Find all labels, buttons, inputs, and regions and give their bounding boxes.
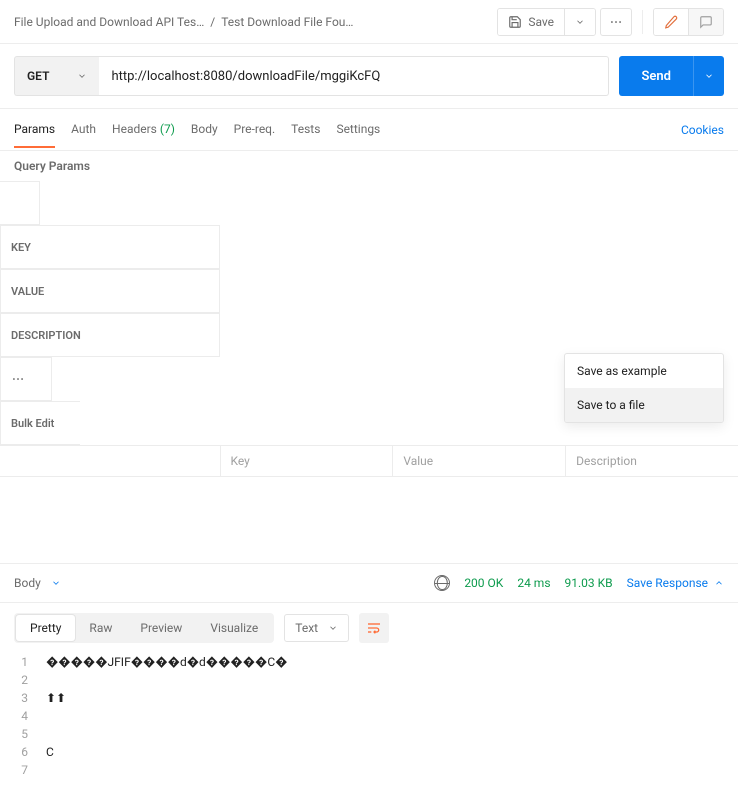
tab-prereq[interactable]: Pre-req. (234, 111, 276, 148)
status-text: OK (488, 576, 504, 590)
line-text: ⬆⬆ (46, 691, 66, 705)
pencil-icon (664, 15, 678, 29)
qp-row-handle[interactable] (0, 446, 220, 477)
save-caret[interactable] (564, 9, 595, 35)
response-body-toggle[interactable]: Body (14, 576, 61, 590)
table-row (0, 446, 738, 477)
menu-save-example[interactable]: Save as example (565, 354, 723, 388)
wrap-lines-button[interactable] (359, 613, 389, 643)
menu-save-file[interactable]: Save to a file (565, 388, 723, 422)
qp-col-desc: DESCRIPTION (0, 313, 220, 357)
tab-tests[interactable]: Tests (291, 111, 320, 148)
response-body[interactable]: 1 �����JFIF����d�d�����C�… (0, 653, 738, 791)
qp-desc-input[interactable] (576, 454, 728, 468)
send-button[interactable]: Send (619, 56, 693, 96)
tab-headers[interactable]: Headers (7) (112, 111, 175, 148)
line-number: 3 (14, 691, 28, 705)
wrap-icon (366, 620, 382, 636)
qp-col-key: KEY (0, 225, 220, 269)
header-divider (642, 10, 643, 34)
save-button[interactable]: Save (498, 9, 564, 35)
send-caret[interactable] (693, 56, 724, 96)
save-label: Save (528, 15, 554, 29)
qp-col-value: VALUE (0, 269, 220, 313)
bulk-edit-button[interactable]: Bulk Edit (0, 401, 80, 445)
view-preview[interactable]: Preview (126, 615, 196, 641)
edit-button[interactable] (654, 9, 688, 35)
line-number: 4 (14, 709, 28, 723)
qp-value-input[interactable] (403, 454, 555, 468)
body-format-label: Text (295, 621, 318, 635)
breadcrumb-collection[interactable]: File Upload and Download API Tes… (14, 15, 204, 29)
line-text: �����JFIF����d�d�����C�… (46, 655, 287, 669)
chevron-down-icon (575, 17, 585, 27)
tab-params[interactable]: Params (14, 111, 55, 148)
response-body-label: Body (14, 576, 41, 590)
comment-icon (699, 15, 713, 29)
tab-headers-count: (7) (160, 122, 175, 136)
response-time: 24 ms (517, 576, 550, 590)
tab-headers-label: Headers (112, 122, 157, 136)
code-line: 4 (14, 707, 724, 725)
cookies-link[interactable]: Cookies (681, 123, 724, 137)
body-format-select[interactable]: Text (284, 614, 349, 642)
body-view-mode: Pretty Raw Preview Visualize (14, 613, 274, 643)
tab-body[interactable]: Body (191, 111, 218, 148)
save-icon (508, 15, 522, 29)
ellipsis-icon (609, 15, 623, 29)
tab-settings[interactable]: Settings (336, 111, 380, 148)
chevron-up-icon (714, 578, 724, 588)
breadcrumb-current[interactable]: Test Download File Fou… (221, 15, 353, 29)
save-response-button[interactable]: Save Response (627, 576, 724, 590)
qp-col-blank (0, 181, 40, 225)
code-line: 3 ⬆⬆ (14, 689, 724, 707)
breadcrumb-separator: / (210, 15, 215, 29)
line-number: 2 (14, 673, 28, 687)
response-meta: 200 OK 24 ms 91.03 KB Save Response (434, 575, 724, 591)
request-tabs: Params Auth Headers (7) Body Pre-req. Te… (14, 111, 681, 148)
qp-col-meta[interactable] (0, 357, 52, 401)
code-line: 7 (14, 761, 724, 779)
view-raw[interactable]: Raw (75, 615, 126, 641)
code-line: 1 �����JFIF����d�d�����C�… (14, 653, 724, 671)
status-code: 200 (464, 576, 484, 590)
line-text: C … (46, 745, 72, 759)
view-pretty[interactable]: Pretty (16, 615, 75, 641)
query-params-table: KEY VALUE DESCRIPTION Bulk Edit (0, 181, 738, 477)
globe-icon[interactable] (434, 575, 450, 591)
chevron-down-icon (704, 71, 714, 81)
line-number: 6 (14, 745, 28, 759)
query-params-title: Query Params (0, 151, 738, 181)
qp-key-input[interactable] (231, 454, 383, 468)
code-line: 6 C … (14, 743, 724, 761)
url-input[interactable] (99, 56, 609, 96)
save-response-menu: Save as example Save to a file (564, 353, 724, 423)
line-number: 5 (14, 727, 28, 741)
ellipsis-icon (11, 372, 25, 386)
breadcrumb: File Upload and Download API Tes… / Test… (14, 15, 497, 29)
code-line: 5 (14, 725, 724, 743)
save-split: Save (497, 8, 596, 36)
more-button[interactable] (600, 8, 632, 36)
tab-auth[interactable]: Auth (71, 111, 96, 148)
response-size: 91.03 KB (565, 576, 613, 590)
chevron-down-icon (328, 623, 338, 633)
chevron-down-icon (77, 71, 87, 81)
line-number: 7 (14, 763, 28, 777)
view-split (653, 8, 724, 36)
http-method-select[interactable]: GET (14, 56, 99, 96)
comment-button[interactable] (688, 9, 723, 35)
line-number: 1 (14, 655, 28, 669)
code-line: 2 (14, 671, 724, 689)
http-method-label: GET (27, 69, 49, 83)
save-response-label: Save Response (627, 576, 708, 590)
send-split: Send (619, 56, 724, 96)
chevron-down-icon (51, 578, 61, 588)
view-visualize[interactable]: Visualize (196, 615, 272, 641)
